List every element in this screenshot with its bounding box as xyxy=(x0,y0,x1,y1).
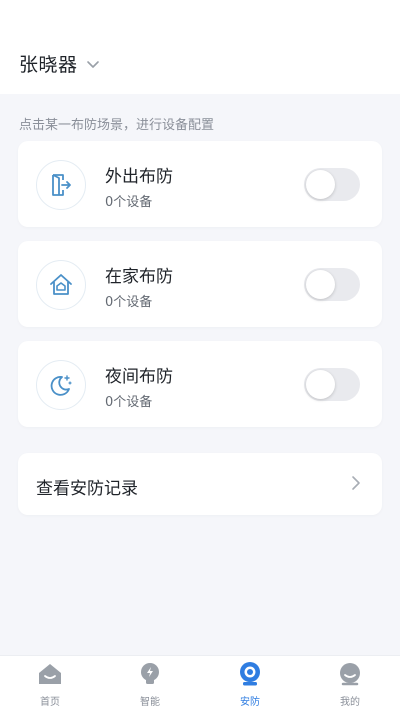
tab-mine[interactable]: 我的 xyxy=(300,656,400,711)
scene-card-night[interactable]: 夜间布防 0个设备 xyxy=(18,341,382,427)
chevron-right-icon xyxy=(350,475,362,491)
tab-label: 我的 xyxy=(340,697,360,708)
header: 张晓器 xyxy=(0,0,400,94)
moon-icon xyxy=(36,360,86,410)
home-icon xyxy=(36,260,86,310)
tab-label: 首页 xyxy=(40,697,60,708)
home-selector[interactable]: 张晓器 xyxy=(19,50,100,77)
scene-card-away[interactable]: 外出布防 0个设备 xyxy=(18,141,382,227)
toggle-knob xyxy=(306,370,335,399)
scene-card-home[interactable]: 在家布防 0个设备 xyxy=(18,241,382,327)
security-record-link[interactable]: 查看安防记录 xyxy=(18,453,382,515)
camera-icon xyxy=(237,661,263,687)
security-record-label: 查看安防记录 xyxy=(36,479,138,499)
scene-device-count: 0个设备 xyxy=(105,295,153,310)
scene-title: 外出布防 xyxy=(105,167,173,187)
exit-door-icon xyxy=(36,160,86,210)
scene-toggle-night[interactable] xyxy=(304,368,360,401)
lightbulb-icon xyxy=(137,661,163,687)
scene-title: 在家布防 xyxy=(105,267,173,287)
toggle-knob xyxy=(306,270,335,299)
tab-home[interactable]: 首页 xyxy=(0,656,100,711)
toggle-knob xyxy=(306,170,335,199)
scene-hint: 点击某一布防场景，进行设备配置 xyxy=(19,118,215,133)
scene-device-count: 0个设备 xyxy=(105,395,153,410)
home-name: 张晓器 xyxy=(19,54,78,76)
scene-title: 夜间布防 xyxy=(105,367,173,387)
profile-icon xyxy=(337,661,363,687)
scene-device-count: 0个设备 xyxy=(105,195,153,210)
tab-label: 智能 xyxy=(140,697,160,708)
scene-toggle-away[interactable] xyxy=(304,168,360,201)
tab-security[interactable]: 安防 xyxy=(200,656,300,711)
home-icon xyxy=(37,661,63,687)
app-root: 张晓器 点击某一布防场景，进行设备配置 外出布防 0个设备 在家布防 0个设备 … xyxy=(0,0,400,711)
chevron-down-icon xyxy=(86,57,100,71)
bottom-tab-bar: 首页 智能 安防 我的 xyxy=(0,655,400,711)
tab-label: 安防 xyxy=(240,697,260,708)
scene-toggle-home[interactable] xyxy=(304,268,360,301)
tab-smart[interactable]: 智能 xyxy=(100,656,200,711)
